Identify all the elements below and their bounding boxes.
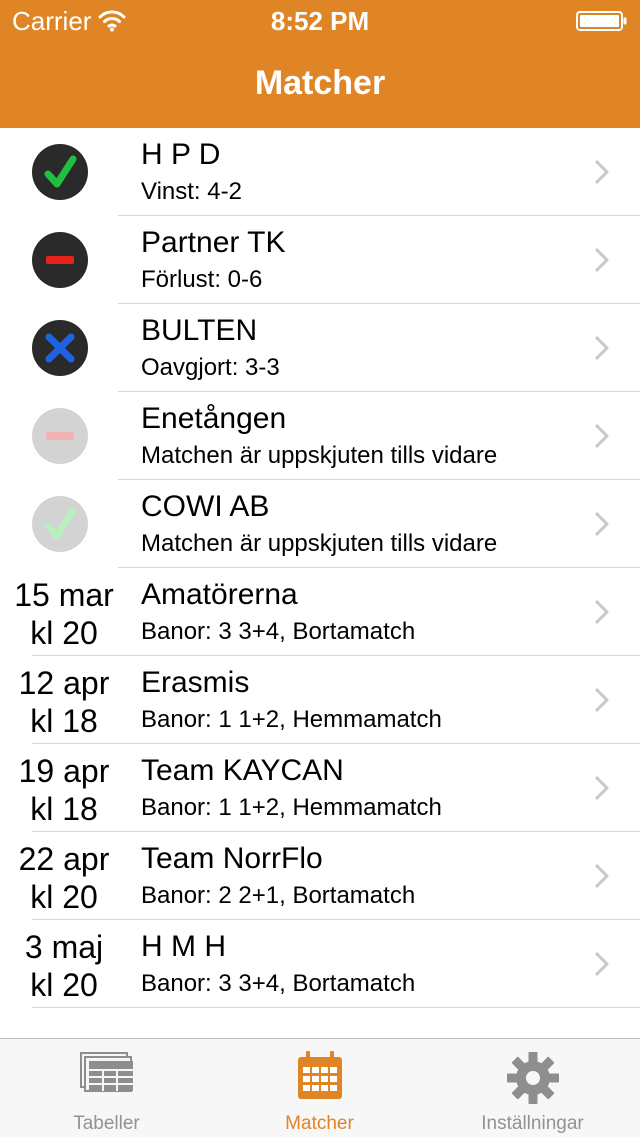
match-row[interactable]: 22 apr kl 20 Team NorrFlo Banor: 2 2+1, Bor… — [0, 832, 640, 920]
match-date: 3 maj kl 20 — [0, 928, 128, 1004]
calendar-icon — [297, 1051, 342, 1099]
match-info: Banor: 3 3+4, Bortamatch — [141, 618, 416, 645]
match-list: H P D Vinst: 4-2 Partner TK Förlust: 0-6 BUL… — [0, 128, 640, 1008]
tab-bar: Tabeller Matcher Inställningar — [0, 1038, 640, 1137]
team-name: H P D — [141, 138, 221, 171]
match-date: 19 apr kl 18 — [0, 752, 128, 828]
minus-icon — [32, 232, 88, 288]
team-name: Team NorrFlo — [141, 842, 323, 875]
chevron-right-icon — [595, 424, 609, 448]
match-row[interactable]: COWI AB Matchen är uppskjuten tills vidar… — [0, 480, 640, 568]
tab-installningar[interactable]: Inställningar — [426, 1039, 639, 1137]
match-info: Banor: 1 1+2, Hemmamatch — [141, 794, 442, 821]
cross-icon — [32, 320, 88, 376]
status-bar: Carrier 8:52 PM — [0, 0, 640, 40]
team-name: Amatörerna — [141, 578, 298, 611]
match-result: Förlust: 0-6 — [141, 266, 263, 293]
match-day: 12 apr — [18, 665, 110, 701]
battery-icon — [576, 11, 627, 31]
match-date: 22 apr kl 20 — [0, 840, 128, 916]
tables-icon — [79, 1052, 133, 1092]
match-time: kl 20 — [30, 879, 98, 915]
header: Carrier 8:52 PM Matcher — [0, 0, 640, 128]
match-time: kl 20 — [30, 967, 98, 1003]
tab-installningar-label: Inställningar — [481, 1113, 584, 1134]
match-info: Banor: 3 3+4, Bortamatch — [141, 970, 416, 997]
tab-tabeller[interactable]: Tabeller — [0, 1039, 213, 1137]
match-row[interactable]: Partner TK Förlust: 0-6 — [0, 216, 640, 304]
match-time: kl 20 — [30, 615, 98, 651]
row-divider — [32, 1007, 640, 1008]
chevron-right-icon — [595, 864, 609, 888]
match-row[interactable]: 12 apr kl 18 Erasmis Banor: 1 1+2, Hemmamat… — [0, 656, 640, 744]
check-icon — [32, 496, 88, 552]
tab-matcher[interactable]: Matcher — [213, 1039, 426, 1137]
page-title: Matcher — [254, 64, 386, 102]
match-day: 22 apr — [18, 841, 110, 877]
match-result: Matchen är uppskjuten tills vidare — [141, 442, 498, 469]
team-name: Erasmis — [141, 666, 250, 699]
match-result: Vinst: 4-2 — [141, 178, 242, 205]
chevron-right-icon — [595, 952, 609, 976]
match-time: kl 18 — [30, 791, 98, 827]
chevron-right-icon — [595, 688, 609, 712]
chevron-right-icon — [595, 512, 609, 536]
match-info: Banor: 2 2+1, Bortamatch — [141, 882, 416, 909]
tab-matcher-label: Matcher — [285, 1113, 354, 1134]
minus-icon — [32, 408, 88, 464]
team-name: Enetången — [141, 402, 287, 435]
clock: 8:52 PM — [270, 6, 370, 36]
match-result: Matchen är uppskjuten tills vidare — [141, 530, 498, 557]
match-day: 3 maj — [24, 929, 104, 965]
tab-tabeller-label: Tabeller — [73, 1113, 140, 1134]
chevron-right-icon — [595, 600, 609, 624]
match-row[interactable]: 19 apr kl 18 Team KAYCAN Banor: 1 1+2, Hemm… — [0, 744, 640, 832]
match-day: 19 apr — [18, 753, 110, 789]
match-row[interactable]: H P D Vinst: 4-2 — [0, 128, 640, 216]
chevron-right-icon — [595, 160, 609, 184]
gear-icon — [506, 1052, 559, 1104]
match-date: 15 mar kl 20 — [0, 576, 128, 652]
match-row[interactable]: 15 mar kl 20 Amatörerna Banor: 3 3+4, Borta… — [0, 568, 640, 656]
match-row[interactable]: Enetången Matchen är uppskjuten tills vid… — [0, 392, 640, 480]
chevron-right-icon — [595, 336, 609, 360]
team-name: Team KAYCAN — [141, 754, 344, 787]
team-name: COWI AB — [141, 490, 270, 523]
match-row[interactable]: BULTEN Oavgjort: 3-3 — [0, 304, 640, 392]
match-info: Banor: 1 1+2, Hemmamatch — [141, 706, 442, 733]
chevron-right-icon — [595, 248, 609, 272]
match-result: Oavgjort: 3-3 — [141, 354, 280, 381]
chevron-right-icon — [595, 776, 609, 800]
check-icon — [32, 144, 88, 200]
match-date: 12 apr kl 18 — [0, 664, 128, 740]
match-row[interactable]: 3 maj kl 20 H M H Banor: 3 3+4, Bortamatch — [0, 920, 640, 1008]
team-name: H M H — [141, 930, 226, 963]
match-day: 15 mar — [14, 577, 114, 613]
team-name: BULTEN — [141, 314, 258, 347]
match-time: kl 18 — [30, 703, 98, 739]
team-name: Partner TK — [141, 226, 286, 259]
